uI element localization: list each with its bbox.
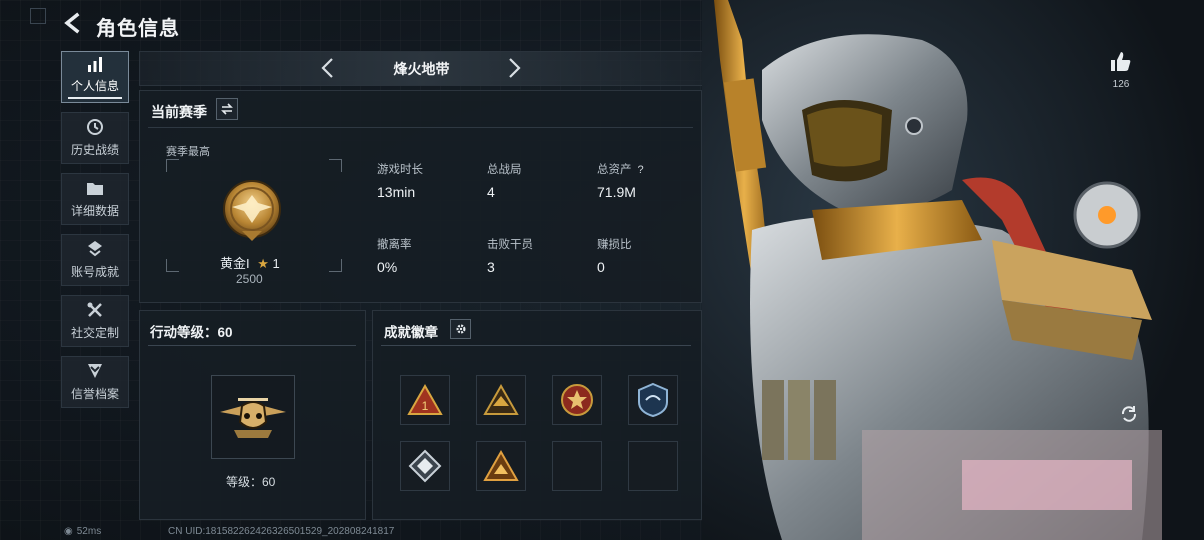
divider — [148, 345, 356, 346]
sidebar-item-label: 账号成就 — [70, 265, 119, 279]
stat-value: 0 — [597, 259, 605, 275]
helicopter-level-emblem-icon — [220, 398, 286, 438]
like-button[interactable]: 126 — [1106, 50, 1136, 90]
rank-name: 黄金I — [220, 256, 250, 271]
divider — [148, 127, 693, 128]
orange-triangle-badge-icon — [483, 450, 519, 481]
user-uid: CN UID:18158226242632650152​9_2028082418… — [168, 526, 395, 537]
top-bar: 角色信息 — [0, 0, 700, 46]
stat-value: 0% — [377, 259, 398, 275]
stat-label: 总战局 — [487, 164, 522, 176]
stat-total-matches: 总战局 4 — [487, 161, 587, 200]
stat-profit-ratio: 赚损比 0 — [597, 236, 697, 275]
sidebar-item-label: 详细数据 — [70, 204, 119, 218]
sidebar-item-social[interactable]: 社交定制 — [61, 295, 129, 347]
sidebar-item-achievements[interactable]: 账号成就 — [61, 234, 129, 286]
badge-slot[interactable]: 1 — [400, 375, 450, 425]
stat-kills: 击败干员 3 — [487, 236, 587, 275]
mode-name: 烽火地带 — [393, 61, 450, 77]
swap-arrows-icon — [221, 103, 233, 115]
svg-text:1: 1 — [422, 399, 429, 413]
season-panel: 当前赛季 赛季最高 黄金I ★ 1 2500 游戏时长 13min 总战局 4 … — [139, 90, 702, 303]
rank-stars: 1 — [272, 256, 280, 271]
shield-chevron-icon — [85, 362, 105, 380]
sidebar-item-label: 社交定制 — [70, 326, 119, 340]
sidebar: 个人信息 历史战绩 详细数据 账号成就 社交定制 信誉档案 — [61, 51, 131, 417]
ping: 52ms — [76, 526, 102, 537]
diamond-badge-icon — [408, 449, 442, 483]
level-title: 行动等级：60 — [150, 325, 233, 340]
action-level-panel: 行动等级：60 等级：60 — [139, 310, 366, 520]
help-question-icon[interactable]: ? — [638, 164, 644, 176]
badge-slot[interactable] — [476, 441, 526, 491]
sidebar-item-detailed-data[interactable]: 详细数据 — [61, 173, 129, 225]
rank-name-row: 黄金I ★ 1 — [220, 253, 280, 272]
sidebar-item-personal-info[interactable]: 个人信息 — [61, 51, 129, 103]
badge-slot-empty[interactable] — [628, 441, 678, 491]
stat-label-text: 总资产 — [597, 164, 632, 176]
page-title: 角色信息 — [96, 18, 180, 40]
network-status: ◉ 52ms — [64, 526, 101, 537]
sidebar-item-label: 历史战绩 — [70, 143, 119, 157]
stat-label: 撤离率 — [377, 239, 412, 251]
corner-decoration — [30, 8, 46, 24]
folder-icon — [85, 179, 105, 197]
badge-slot[interactable] — [400, 441, 450, 491]
badge-slot[interactable] — [552, 375, 602, 425]
achievement-badges-panel: 成就徽章 1 — [372, 310, 702, 520]
blue-shield-badge-icon — [638, 382, 668, 418]
tools-icon — [85, 301, 105, 319]
sidebar-item-label: 信誉档案 — [70, 387, 119, 401]
triangle-badge-icon: 1 — [407, 384, 443, 415]
stat-label: 击败干员 — [487, 239, 533, 251]
badge-slot[interactable] — [628, 375, 678, 425]
back-arrow-icon[interactable] — [62, 12, 84, 34]
season-switch-button[interactable] — [216, 98, 238, 120]
stat-label: 总资产? — [597, 161, 697, 177]
stat-extract-rate: 撤离率 0% — [377, 236, 477, 275]
wifi-icon: ◉ — [64, 526, 73, 537]
frame-corner — [166, 159, 179, 172]
frame-corner — [329, 259, 342, 272]
frame-corner — [329, 159, 342, 172]
badge-slot-empty[interactable] — [552, 441, 602, 491]
stat-value: 3 — [487, 259, 495, 275]
rotate-view-icon[interactable] — [1119, 404, 1139, 424]
season-best-label: 赛季最高 — [166, 146, 210, 158]
sidebar-item-history[interactable]: 历史战绩 — [61, 112, 129, 164]
stat-label: 赚损比 — [597, 239, 632, 251]
bar-chart-icon — [85, 55, 105, 73]
gear-icon — [455, 324, 466, 334]
stat-value: 71.9M — [597, 184, 636, 200]
star-icon: ★ — [257, 256, 269, 271]
badge-slot[interactable] — [476, 375, 526, 425]
gold-rank-emblem-icon — [220, 177, 284, 245]
rank-score: 2500 — [236, 272, 263, 286]
season-title: 当前赛季 — [151, 104, 207, 120]
stat-value: 13min — [377, 184, 416, 200]
divider — [381, 345, 691, 346]
history-clock-icon — [85, 118, 105, 136]
sidebar-item-label: 个人信息 — [70, 79, 119, 93]
red-star-medal-icon — [561, 384, 593, 416]
achievement-icon — [85, 240, 105, 258]
level-emblem-frame — [211, 375, 295, 459]
mode-selector: 烽火地带 — [139, 51, 704, 86]
thumbs-up-icon — [1111, 52, 1131, 71]
stat-value: 4 — [487, 184, 495, 200]
sidebar-item-credit[interactable]: 信誉档案 — [61, 356, 129, 408]
level-text: 等级：60 — [226, 475, 276, 489]
next-mode-chevron-icon[interactable] — [506, 57, 522, 84]
stat-label: 游戏时长 — [377, 164, 423, 176]
badge-settings-button[interactable] — [450, 319, 471, 339]
frame-corner — [166, 259, 179, 272]
eagle-triangle-badge-icon — [483, 384, 519, 415]
badges-title: 成就徽章 — [384, 325, 438, 340]
stat-total-assets: 总资产? 71.9M — [597, 161, 697, 200]
likes-count: 126 — [1112, 79, 1130, 90]
stat-play-time: 游戏时长 13min — [377, 161, 477, 200]
